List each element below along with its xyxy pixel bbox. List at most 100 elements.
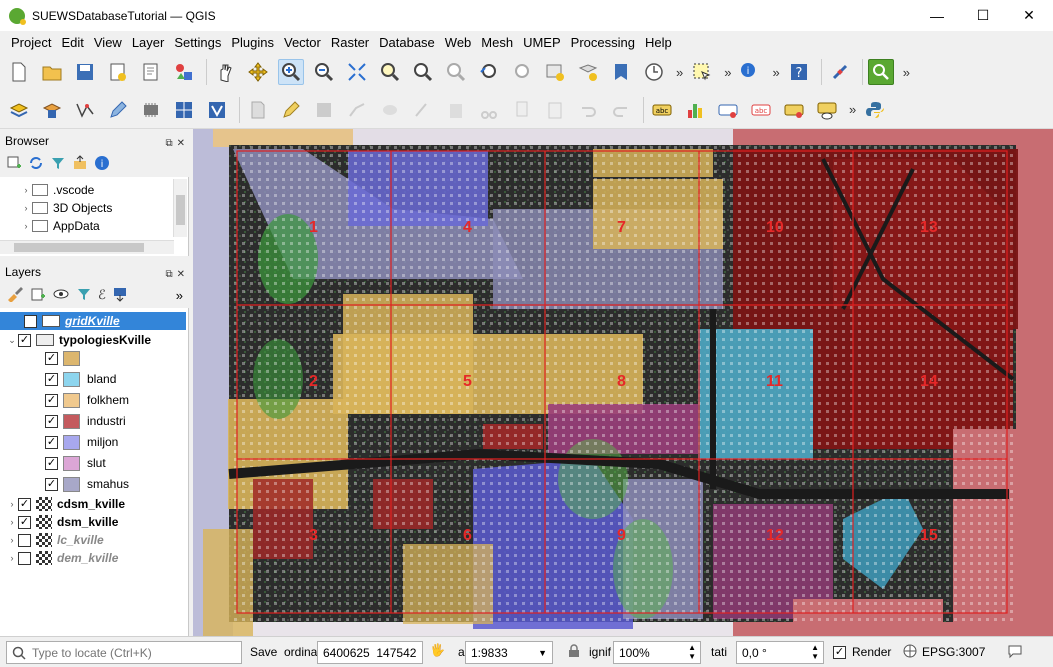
- layer-row-gridkville[interactable]: ✓ gridKville: [0, 312, 186, 330]
- style-panel-icon[interactable]: [6, 286, 24, 305]
- menu-settings[interactable]: Settings: [169, 35, 226, 50]
- cut-features-icon[interactable]: [476, 97, 502, 123]
- expand-arrow-icon[interactable]: ›: [6, 535, 18, 545]
- zoom-to-layer-icon[interactable]: [410, 59, 436, 85]
- menu-edit[interactable]: Edit: [56, 35, 88, 50]
- browser-item[interactable]: › 3D Objects: [20, 199, 113, 217]
- diagram-options-icon[interactable]: [682, 97, 708, 123]
- legend-item[interactable]: ✓ folkhem: [45, 391, 129, 409]
- expand-arrow-icon[interactable]: ›: [6, 517, 18, 527]
- expand-arrow-icon[interactable]: ›: [20, 221, 32, 231]
- pan-to-selection-icon[interactable]: [245, 59, 271, 85]
- temporal-controller-icon[interactable]: [641, 59, 667, 85]
- legend-item[interactable]: ✓ bland: [45, 370, 116, 388]
- maximize-button[interactable]: ☐: [960, 0, 1006, 31]
- properties-icon[interactable]: i: [94, 155, 110, 174]
- toolbar-overflow-chevron[interactable]: »: [724, 65, 731, 80]
- toolbar-overflow-chevron[interactable]: »: [849, 102, 856, 117]
- toolbar-overflow-chevron[interactable]: »: [676, 65, 683, 80]
- close-button[interactable]: ✕: [1006, 0, 1052, 31]
- layer-row-typologieskville[interactable]: ⌄ ✓ typologiesKville: [6, 331, 151, 349]
- search-plugin-icon[interactable]: [867, 59, 894, 85]
- crs-label[interactable]: EPSG:3007: [922, 645, 985, 659]
- toolbar-overflow-chevron[interactable]: »: [772, 65, 779, 80]
- expand-arrow-icon[interactable]: ›: [6, 553, 18, 563]
- move-label-icon[interactable]: [781, 97, 807, 123]
- legend-checkbox[interactable]: ✓: [45, 372, 58, 386]
- data-source-manager-icon[interactable]: [6, 97, 32, 123]
- legend-checkbox[interactable]: ✓: [45, 351, 58, 365]
- filter-icon[interactable]: [50, 155, 66, 174]
- digitize-pen-icon[interactable]: [105, 97, 131, 123]
- legend-checkbox[interactable]: ✓: [45, 456, 58, 470]
- locator-search[interactable]: [6, 641, 242, 664]
- zoom-native-icon[interactable]: [443, 59, 469, 85]
- expand-arrow-icon[interactable]: ›: [20, 185, 32, 195]
- collapse-arrow-icon[interactable]: ⌄: [6, 335, 18, 346]
- browser-item[interactable]: › .vscode: [20, 181, 95, 199]
- menu-web[interactable]: Web: [440, 35, 477, 50]
- lock-scale-icon[interactable]: [568, 644, 580, 661]
- layer-visibility-checkbox[interactable]: ✓: [24, 314, 37, 328]
- zoom-last-icon[interactable]: [476, 59, 502, 85]
- expand-all-icon[interactable]: [112, 286, 128, 305]
- zoom-full-icon[interactable]: [344, 59, 370, 85]
- grid-layer-icon[interactable]: [171, 97, 197, 123]
- layer-row-dem[interactable]: › dem_kville: [6, 549, 118, 567]
- menu-layer[interactable]: Layer: [127, 35, 170, 50]
- help-icon[interactable]: ?: [786, 59, 812, 85]
- python-console-icon[interactable]: [862, 97, 888, 123]
- redo-icon[interactable]: [608, 97, 634, 123]
- menu-raster[interactable]: Raster: [326, 35, 374, 50]
- identify-features-icon[interactable]: i: [737, 59, 763, 85]
- render-checkbox[interactable]: ✓: [833, 644, 851, 659]
- messages-icon[interactable]: [1007, 643, 1023, 662]
- save-project-icon[interactable]: [72, 59, 98, 85]
- layer-row-cdsm[interactable]: › ✓ cdsm_kville: [6, 495, 125, 513]
- label-toolbar-icon[interactable]: abc: [649, 97, 675, 123]
- expand-arrow-icon[interactable]: ›: [6, 499, 18, 509]
- legend-item[interactable]: ✓ miljon: [45, 433, 118, 451]
- toolbar-overflow-chevron[interactable]: »: [903, 65, 910, 80]
- layer-row-dsm[interactable]: › ✓ dsm_kville: [6, 513, 118, 531]
- add-layer-icon[interactable]: [39, 97, 65, 123]
- menu-processing[interactable]: Processing: [566, 35, 640, 50]
- menu-plugins[interactable]: Plugins: [226, 35, 279, 50]
- coordinate-field[interactable]: 6400625 147542: [317, 641, 423, 664]
- layer-visibility-checkbox[interactable]: [18, 551, 31, 565]
- toggle-extents-icon[interactable]: 🖐: [430, 643, 445, 657]
- bookmarks-icon[interactable]: [575, 59, 601, 85]
- digitize-vertex-icon[interactable]: [72, 97, 98, 123]
- menu-umep[interactable]: UMEP: [518, 35, 566, 50]
- legend-checkbox[interactable]: ✓: [45, 435, 58, 449]
- layer-visibility-checkbox[interactable]: ✓: [18, 497, 31, 511]
- layer-visibility-checkbox[interactable]: ✓: [18, 515, 31, 529]
- browser-item[interactable]: › AppData: [20, 217, 100, 235]
- menu-project[interactable]: Project: [6, 35, 56, 50]
- legend-checkbox[interactable]: ✓: [45, 393, 58, 407]
- vertex-tool-icon[interactable]: [377, 97, 403, 123]
- zoom-next-icon[interactable]: [509, 59, 535, 85]
- menu-database[interactable]: Database: [374, 35, 440, 50]
- magnifier-spinbox[interactable]: 100% ▲ ▼: [613, 641, 701, 664]
- new-map-view-icon[interactable]: [542, 59, 568, 85]
- copy-features-icon[interactable]: [509, 97, 535, 123]
- modify-attributes-icon[interactable]: [410, 97, 436, 123]
- browser-scrollbar[interactable]: [173, 179, 187, 237]
- browser-hscrollbar[interactable]: [0, 240, 174, 254]
- pin-labels-icon[interactable]: [715, 97, 741, 123]
- zoom-out-icon[interactable]: [311, 59, 337, 85]
- highlight-labels-icon[interactable]: abc: [748, 97, 774, 123]
- add-selected-layers-icon[interactable]: [6, 155, 22, 174]
- current-edits-icon[interactable]: [245, 97, 271, 123]
- legend-item[interactable]: ✓ slut: [45, 454, 106, 472]
- menu-help[interactable]: Help: [640, 35, 677, 50]
- add-feature-icon[interactable]: [344, 97, 370, 123]
- layout-manager-icon[interactable]: [138, 59, 164, 85]
- menu-mesh[interactable]: Mesh: [476, 35, 518, 50]
- new-project-icon[interactable]: [6, 59, 32, 85]
- delete-selected-icon[interactable]: [443, 97, 469, 123]
- legend-item[interactable]: ✓ industri: [45, 412, 126, 430]
- undo-icon[interactable]: [575, 97, 601, 123]
- legend-item[interactable]: ✓: [45, 349, 87, 367]
